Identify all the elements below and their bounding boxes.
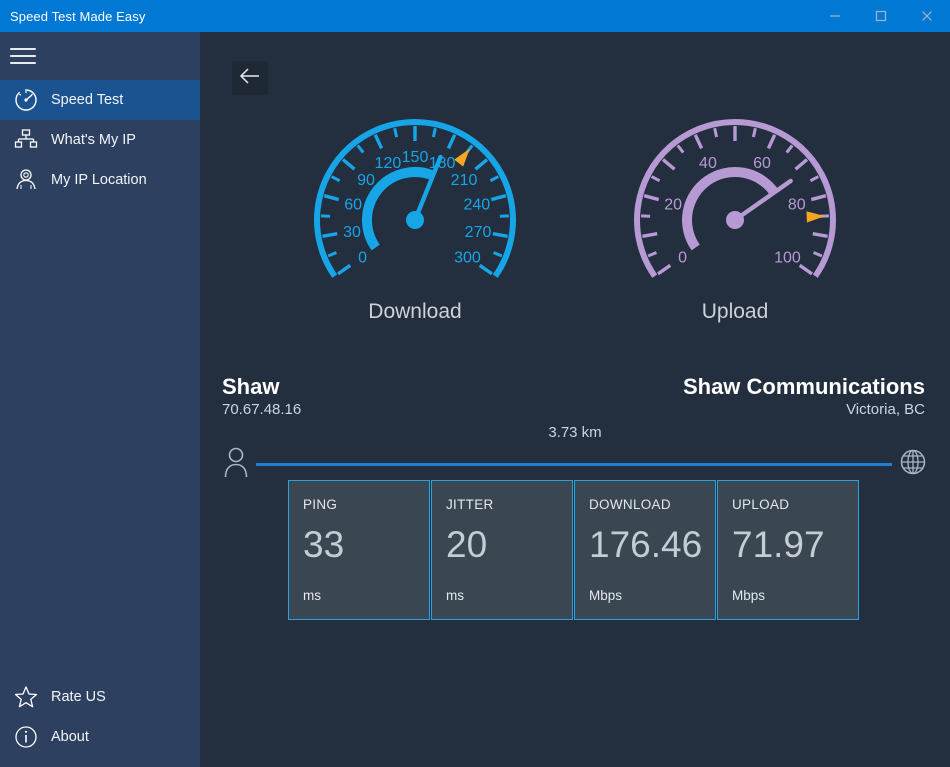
svg-text:20: 20 bbox=[664, 196, 682, 213]
download-gauge: 0306090120150180210240270300 Download bbox=[290, 110, 540, 350]
svg-text:0: 0 bbox=[358, 250, 367, 267]
sidebar-bottom-spacer bbox=[0, 757, 200, 767]
minimize-button[interactable] bbox=[812, 0, 858, 32]
sidebar-bottom-group: Rate US About bbox=[0, 677, 200, 767]
upload-gauge: 0 20 40 60 80 100 Upload bbox=[610, 110, 860, 350]
sidebar-item-about[interactable]: About bbox=[0, 717, 200, 757]
sidebar: Speed Test What's My IP bbox=[0, 32, 200, 767]
distance-label: 3.73 km bbox=[222, 424, 928, 441]
sidebar-item-my-ip-location[interactable]: My IP Location bbox=[0, 160, 200, 200]
result-card-unit: Mbps bbox=[589, 588, 622, 603]
svg-text:60: 60 bbox=[753, 155, 771, 172]
svg-text:300: 300 bbox=[454, 250, 481, 267]
result-card: PING 33 ms bbox=[288, 480, 430, 620]
result-card-unit: ms bbox=[446, 588, 464, 603]
star-icon bbox=[8, 682, 44, 712]
download-gauge-label: Download bbox=[290, 300, 540, 324]
back-button[interactable] bbox=[232, 61, 268, 95]
distance-row: 3.73 km bbox=[222, 424, 928, 470]
result-card: JITTER 20 ms bbox=[431, 480, 573, 620]
title-bar: Speed Test Made Easy bbox=[0, 0, 950, 32]
svg-text:0: 0 bbox=[678, 250, 687, 267]
svg-text:120: 120 bbox=[375, 155, 402, 172]
sidebar-item-speed-test[interactable]: Speed Test bbox=[0, 80, 200, 120]
sidebar-item-label: About bbox=[44, 729, 89, 745]
result-card: UPLOAD 71.97 Mbps bbox=[717, 480, 859, 620]
svg-text:150: 150 bbox=[402, 149, 429, 166]
client-isp-name: Shaw bbox=[222, 374, 301, 400]
svg-text:270: 270 bbox=[465, 224, 492, 241]
svg-text:80: 80 bbox=[788, 196, 806, 213]
result-card-title: PING bbox=[303, 497, 415, 512]
svg-text:30: 30 bbox=[343, 224, 361, 241]
svg-text:240: 240 bbox=[463, 196, 490, 213]
upload-gauge-label: Upload bbox=[610, 300, 860, 324]
result-card-unit: Mbps bbox=[732, 588, 765, 603]
results-cards: PING33msJITTER20msDOWNLOAD176.46MbpsUPLO… bbox=[288, 480, 859, 620]
connection-line bbox=[256, 463, 892, 466]
result-card-title: DOWNLOAD bbox=[589, 497, 701, 512]
back-arrow-icon bbox=[238, 67, 262, 90]
result-card-value: 20 bbox=[446, 525, 487, 565]
client-ip-address: 70.67.48.16 bbox=[222, 400, 301, 420]
sidebar-item-label: Rate US bbox=[44, 689, 106, 705]
svg-text:90: 90 bbox=[357, 172, 375, 189]
result-card-value: 176.46 bbox=[589, 525, 702, 565]
speedometer-icon bbox=[8, 85, 44, 115]
info-icon bbox=[8, 722, 44, 752]
result-card: DOWNLOAD 176.46 Mbps bbox=[574, 480, 716, 620]
result-card-title: JITTER bbox=[446, 497, 558, 512]
svg-text:40: 40 bbox=[699, 155, 717, 172]
upload-gauge-svg: 0 20 40 60 80 100 bbox=[610, 110, 860, 310]
sidebar-item-whats-my-ip[interactable]: What's My IP bbox=[0, 120, 200, 160]
svg-text:100: 100 bbox=[774, 250, 801, 267]
svg-text:210: 210 bbox=[451, 172, 478, 189]
server-info: Shaw Communications Victoria, BC bbox=[683, 374, 925, 420]
user-location-icon bbox=[8, 165, 44, 195]
network-icon bbox=[8, 125, 44, 155]
window-title: Speed Test Made Easy bbox=[0, 9, 145, 24]
main-content: 0306090120150180210240270300 Download 02… bbox=[200, 32, 950, 767]
window-controls bbox=[812, 0, 950, 32]
connection-line-wrap bbox=[222, 444, 928, 484]
connection-info: Shaw 70.67.48.16 Shaw Communications Vic… bbox=[200, 374, 950, 454]
sidebar-item-rate-us[interactable]: Rate US bbox=[0, 677, 200, 717]
result-card-value: 33 bbox=[303, 525, 344, 565]
close-button[interactable] bbox=[904, 0, 950, 32]
gauges-panel: 0306090120150180210240270300 Download 02… bbox=[200, 110, 950, 350]
download-gauge-svg: 0306090120150180210240270300 bbox=[290, 110, 540, 310]
result-card-title: UPLOAD bbox=[732, 497, 844, 512]
globe-icon bbox=[898, 447, 928, 482]
sidebar-item-label: Speed Test bbox=[44, 92, 123, 108]
result-card-value: 71.97 bbox=[732, 525, 825, 565]
person-icon bbox=[222, 445, 250, 484]
sidebar-item-label: What's My IP bbox=[44, 132, 136, 148]
app-window: Speed Test Made Easy bbox=[0, 0, 950, 767]
server-isp-name: Shaw Communications bbox=[683, 374, 925, 400]
maximize-button[interactable] bbox=[858, 0, 904, 32]
client-info: Shaw 70.67.48.16 bbox=[222, 374, 301, 420]
result-card-unit: ms bbox=[303, 588, 321, 603]
hamburger-icon bbox=[10, 48, 36, 64]
server-location: Victoria, BC bbox=[683, 400, 925, 420]
sidebar-item-label: My IP Location bbox=[44, 172, 147, 188]
svg-text:60: 60 bbox=[344, 196, 362, 213]
hamburger-menu-button[interactable] bbox=[0, 32, 200, 80]
